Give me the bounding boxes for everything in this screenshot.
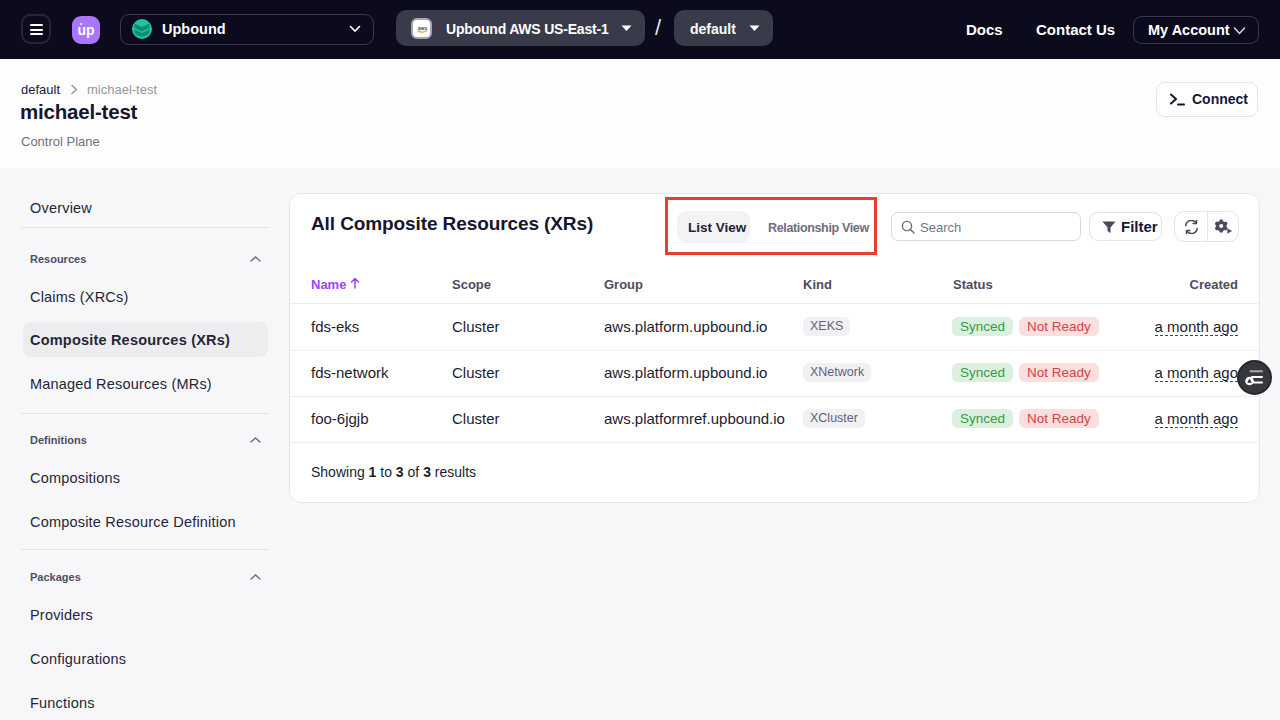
svg-text:aws: aws <box>418 26 427 31</box>
